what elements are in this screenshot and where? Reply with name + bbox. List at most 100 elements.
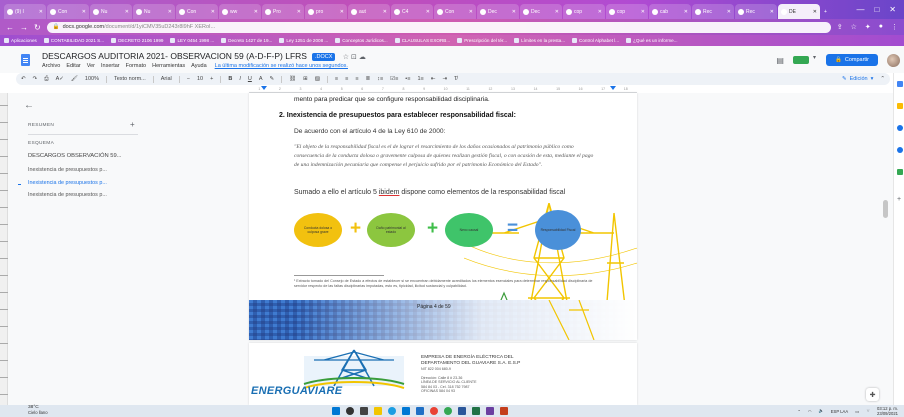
- bold-icon[interactable]: B: [228, 76, 232, 82]
- bookmark-item[interactable]: Decreto 1427 de 19...: [221, 38, 272, 43]
- share-button[interactable]: 🔒 Compartir: [825, 54, 878, 66]
- tab-close-icon[interactable]: ✕: [125, 9, 129, 15]
- bookmark-item[interactable]: LEY 0454 1998 ...: [170, 38, 214, 43]
- align-right-icon[interactable]: ≡: [355, 76, 358, 82]
- body-text[interactable]: De acuerdo con el artículo 4 de la Ley 6…: [294, 128, 445, 135]
- contacts-icon[interactable]: [897, 147, 903, 153]
- meet-icon[interactable]: [792, 54, 816, 64]
- browser-tab[interactable]: DE ✕: [778, 4, 820, 19]
- minimize-icon[interactable]: —: [856, 5, 864, 14]
- browser-tab[interactable]: Con ✕: [434, 4, 476, 19]
- tasks-icon[interactable]: [897, 125, 903, 131]
- style-select[interactable]: Texto norm...: [114, 76, 146, 82]
- language-indicator[interactable]: ESP LAA: [831, 409, 848, 414]
- browser-tab[interactable]: Nu ✕: [90, 4, 132, 19]
- outline-item[interactable]: Inexistencia de presupuestos p...: [28, 192, 107, 198]
- body-text[interactable]: mento para predicar que se configure res…: [294, 96, 490, 103]
- align-left-icon[interactable]: ≡: [335, 76, 338, 82]
- document-title[interactable]: DESCARGOS AUDITORIA 2021- OBSERVACION 59…: [42, 51, 366, 61]
- bulleted-list-icon[interactable]: •≡: [405, 76, 410, 82]
- link-icon[interactable]: ⛓: [289, 76, 296, 82]
- bookmark-item[interactable]: Prescripción del tér...: [457, 38, 507, 43]
- edge-icon[interactable]: [388, 407, 396, 415]
- tab-close-icon[interactable]: ✕: [168, 9, 172, 15]
- tab-close-icon[interactable]: ✕: [383, 9, 387, 15]
- increase-indent-icon[interactable]: ⇥: [442, 76, 447, 82]
- menu-item-ver[interactable]: Ver: [87, 63, 95, 69]
- excel-icon[interactable]: [472, 407, 480, 415]
- font-size-decrease-icon[interactable]: −: [187, 76, 190, 82]
- browser-tab[interactable]: aut ✕: [348, 4, 390, 19]
- browser-tab[interactable]: Con ✕: [176, 4, 218, 19]
- left-indent-marker[interactable]: [261, 86, 267, 90]
- browser-tab[interactable]: Dec ✕: [520, 4, 562, 19]
- text-color-icon[interactable]: A: [259, 76, 263, 82]
- bookmark-item[interactable]: Aplicaciones: [4, 38, 37, 43]
- task-view-icon[interactable]: [360, 407, 368, 415]
- mail-icon[interactable]: [416, 407, 424, 415]
- volume-icon[interactable]: 🔈: [819, 408, 824, 414]
- tab-close-icon[interactable]: ✕: [254, 9, 258, 15]
- get-addons-icon[interactable]: +: [897, 196, 903, 203]
- url-field[interactable]: 🔒 docs.google.com/document/d/1yiCMV35uD2…: [46, 21, 831, 33]
- tab-close-icon[interactable]: ✕: [727, 9, 731, 15]
- browser-tab[interactable]: C4 ✕: [391, 4, 433, 19]
- browser-tab[interactable]: cab ✕: [649, 4, 691, 19]
- font-select[interactable]: Arial: [161, 76, 172, 82]
- network-icon[interactable]: ◠: [808, 409, 812, 414]
- maps-icon[interactable]: [897, 169, 903, 175]
- tab-close-icon[interactable]: ✕: [211, 9, 215, 15]
- tab-close-icon[interactable]: ✕: [598, 9, 602, 15]
- tab-close-icon[interactable]: ✕: [426, 9, 430, 15]
- right-indent-marker[interactable]: [610, 86, 616, 90]
- bookmark-item[interactable]: CONTABILIDAD 2021 S...: [43, 38, 104, 43]
- wifi-icon[interactable]: ⌔: [866, 408, 870, 414]
- paint-format-icon[interactable]: 🖌: [71, 76, 78, 82]
- chrome-icon[interactable]: [430, 407, 438, 415]
- menu-item-ayuda[interactable]: Ayuda: [191, 63, 207, 69]
- browser-tab[interactable]: ww ✕: [219, 4, 261, 19]
- add-summary-icon[interactable]: +: [130, 120, 135, 129]
- file-explorer-icon[interactable]: [374, 407, 382, 415]
- move-folder-icon[interactable]: ⊡: [351, 54, 357, 61]
- tab-close-icon[interactable]: ✕: [340, 9, 344, 15]
- browser-tab[interactable]: Rec ✕: [735, 4, 777, 19]
- account-avatar[interactable]: [887, 53, 900, 67]
- bookmark-item[interactable]: DECRETO 2106 1999: [111, 38, 163, 43]
- tab-close-icon[interactable]: ✕: [39, 9, 43, 15]
- tab-close-icon[interactable]: ✕: [297, 9, 301, 15]
- star-icon[interactable]: ☆: [343, 54, 349, 61]
- document-page[interactable]: mento para predicar que se configure res…: [249, 93, 637, 340]
- back-icon[interactable]: ←: [6, 23, 14, 32]
- section-heading[interactable]: 2. Inexistencia de presupuestos para est…: [279, 112, 516, 119]
- search-icon[interactable]: [346, 407, 354, 415]
- explore-icon[interactable]: ✚: [866, 388, 879, 401]
- word-icon[interactable]: [458, 407, 466, 415]
- bookmark-item[interactable]: Conceptos Jurídicos...: [335, 38, 388, 43]
- menu-item-insertar[interactable]: Insertar: [101, 63, 120, 69]
- print-icon[interactable]: ⎙: [44, 76, 48, 83]
- clock[interactable]: 03:12 p. m. 23/09/2021: [877, 406, 898, 416]
- docs-logo-icon[interactable]: [21, 54, 30, 66]
- close-window-icon[interactable]: ✕: [889, 5, 896, 14]
- keep-icon[interactable]: [897, 103, 903, 109]
- collapse-menu-icon[interactable]: ⌃: [880, 76, 885, 82]
- tab-close-icon[interactable]: ✕: [770, 9, 774, 15]
- redo-icon[interactable]: ↷: [33, 76, 38, 82]
- browser-tab[interactable]: Nu ✕: [133, 4, 175, 19]
- powerpoint-icon[interactable]: [500, 407, 508, 415]
- app-icon[interactable]: [486, 407, 494, 415]
- share-page-icon[interactable]: ⇪: [837, 23, 843, 31]
- line-spacing-icon[interactable]: ↕≡: [377, 76, 383, 82]
- clear-format-icon[interactable]: T̸: [454, 76, 457, 82]
- new-tab-icon[interactable]: +: [821, 4, 831, 19]
- browser-tab[interactable]: pro ✕: [305, 4, 347, 19]
- display-icon[interactable]: ▭: [855, 409, 859, 414]
- underline-icon[interactable]: U: [248, 76, 252, 82]
- menu-item-formato[interactable]: Formato: [126, 63, 146, 69]
- tab-close-icon[interactable]: ✕: [813, 9, 817, 15]
- misspelled-word[interactable]: ibidem: [379, 189, 400, 196]
- vertical-scrollbar[interactable]: [883, 200, 888, 218]
- maximize-icon[interactable]: □: [874, 5, 879, 14]
- font-size-increase-icon[interactable]: +: [210, 76, 213, 82]
